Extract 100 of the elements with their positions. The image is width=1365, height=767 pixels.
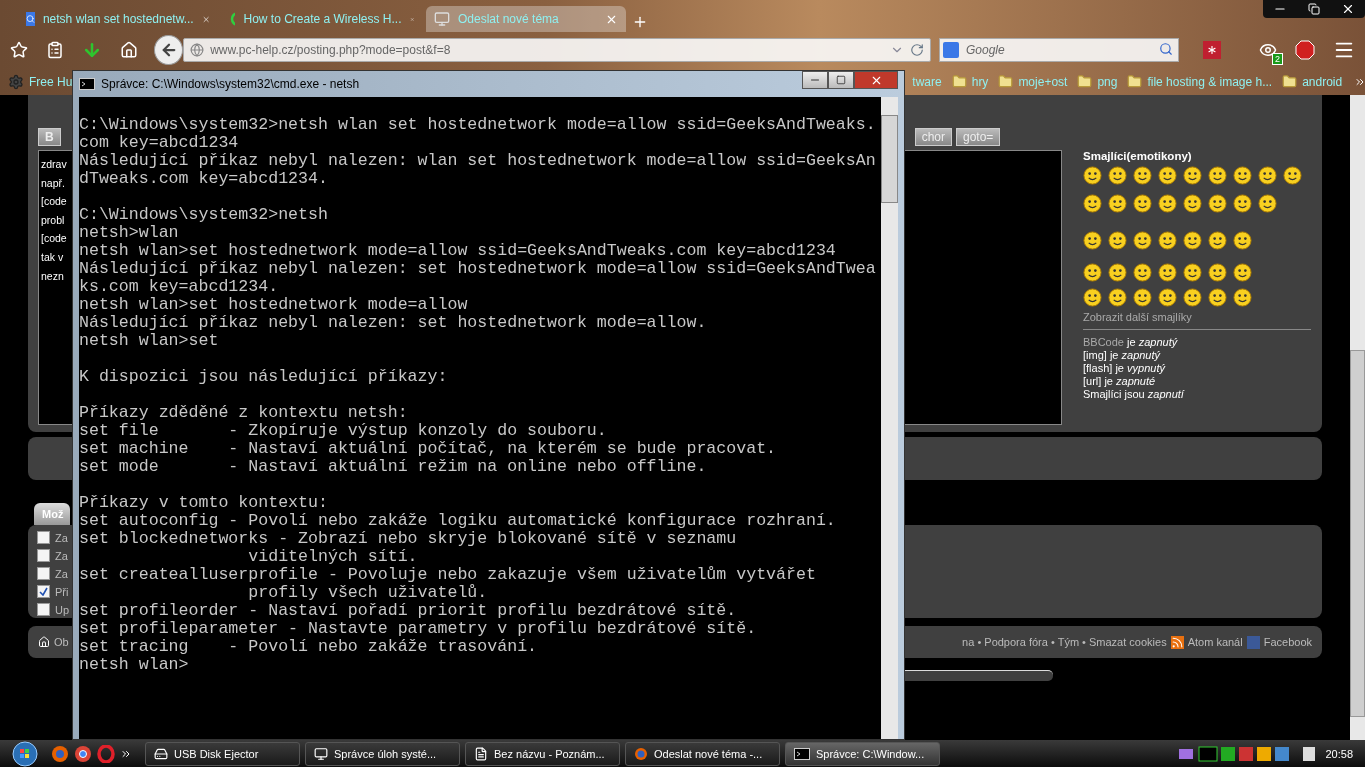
chrome-icon[interactable] (74, 744, 92, 763)
smiley-icon[interactable] (1183, 194, 1202, 213)
smiley-icon[interactable] (1208, 263, 1227, 282)
search-icon[interactable] (1159, 42, 1173, 56)
checkbox[interactable] (37, 549, 50, 562)
drive-icon (154, 746, 168, 761)
opera-icon[interactable] (97, 744, 115, 763)
message-line: probl (41, 212, 65, 228)
smiley-icon[interactable] (1233, 288, 1252, 307)
console-line: netsh wlan>set (79, 332, 220, 350)
bookmark-link[interactable]: tware (912, 74, 942, 89)
bookmark-link[interactable]: hry (951, 74, 989, 89)
browser-tab[interactable]: How to Create a Wireless H... (222, 6, 422, 32)
minimize-button[interactable] (802, 71, 828, 89)
console-line: set createalluserprofile - Povoluje nebo zakazuje všem uživatelům vytvářet (79, 566, 817, 584)
checkbox[interactable] (37, 567, 50, 580)
folder-icon (1077, 74, 1093, 89)
console-line: C:\Windows\system32>netsh (79, 206, 329, 224)
smiley-icon[interactable] (1083, 166, 1102, 185)
footer-link[interactable]: Ob (54, 636, 69, 648)
smiley-icon[interactable] (1183, 231, 1202, 250)
checkbox[interactable] (37, 531, 50, 544)
facebook-link[interactable]: Facebook (1263, 636, 1312, 648)
smiley-icon[interactable] (1158, 166, 1177, 185)
spinner-icon (230, 11, 236, 27)
smiley-icon[interactable] (1158, 194, 1177, 213)
smiley-icon[interactable] (1233, 194, 1252, 213)
console-line: Příkazy zděděné z kontextu netsh: (79, 404, 409, 422)
window-title: Správce: C:\Windows\system32\cmd.exe - netsh (101, 77, 360, 91)
url-field[interactable]: www.pc-help.cz/posting.php?mode=post&f=8 (183, 38, 931, 62)
taskbar-button[interactable]: Správce: C:\Window... (785, 741, 940, 766)
bookmark-link[interactable]: png (1077, 74, 1118, 89)
smiley-icon[interactable] (1208, 231, 1227, 250)
smiley-icon[interactable] (1108, 166, 1127, 185)
console-scrollbar[interactable] (881, 97, 898, 739)
taskbar-button[interactable]: Bez názvu - Poznám... (465, 741, 620, 766)
smiley-icon[interactable] (1183, 263, 1202, 282)
status-line: [flash] je vypnutý (1083, 362, 1167, 375)
smiley-icon[interactable] (1158, 263, 1177, 282)
firefox-icon[interactable] (51, 744, 69, 763)
more-smilies-link[interactable]: Zobrazit další smajlíky (1083, 311, 1311, 323)
maximize-button[interactable] (828, 71, 854, 89)
smiley-icon[interactable] (1283, 166, 1302, 185)
smiley-icon[interactable] (1083, 231, 1102, 250)
footer-links[interactable]: na • Podpora fóra • Tým • Smazat cookies (962, 636, 1167, 648)
console-line: profily všech uživatelů. (247, 584, 489, 602)
atom-feed-link[interactable]: Atom kanál (1187, 636, 1243, 648)
search-field[interactable]: Google (939, 38, 1179, 62)
smiley-icon[interactable] (1108, 263, 1127, 282)
smiley-icon[interactable] (1108, 194, 1127, 213)
back-button[interactable] (154, 35, 184, 65)
option-label: Za (55, 567, 68, 580)
smiley-icon[interactable] (1083, 288, 1102, 307)
checkbox[interactable] (37, 585, 50, 598)
page-scrollbar[interactable] (1350, 95, 1365, 740)
smiley-icon[interactable] (1208, 288, 1227, 307)
smiley-icon[interactable] (1108, 288, 1127, 307)
smiley-icon[interactable] (1183, 288, 1202, 307)
taskbar-button[interactable]: Odeslat nové téma -... (625, 741, 780, 766)
bookmark-link[interactable]: Free Hu (8, 73, 73, 90)
checkbox[interactable] (37, 603, 50, 616)
smiley-icon[interactable] (1233, 263, 1252, 282)
taskbar-button[interactable]: USB Disk Ejector (145, 741, 300, 766)
smiley-icon[interactable] (1133, 166, 1152, 185)
bookmark-link[interactable]: moje+ost (998, 74, 1068, 89)
message-line: [code (41, 194, 67, 210)
smiley-icon[interactable] (1108, 231, 1127, 250)
rss-icon[interactable] (1170, 635, 1184, 649)
taskbar-button[interactable]: Správce úloh systé... (305, 741, 460, 766)
url-text: www.pc-help.cz/posting.php?mode=post&f=8 (210, 43, 452, 57)
smiley-icon[interactable] (1133, 231, 1152, 250)
adblock-button[interactable] (1293, 38, 1317, 62)
smiley-icon[interactable] (1083, 263, 1102, 282)
smiley-icon[interactable] (1183, 166, 1202, 185)
smiley-icon[interactable] (1133, 194, 1152, 213)
smiley-icon[interactable] (1133, 288, 1152, 307)
bookmark-link[interactable]: android (1282, 74, 1343, 89)
smiley-icon[interactable] (1208, 194, 1227, 213)
smiley-icon[interactable] (1158, 231, 1177, 250)
smiley-icon[interactable] (1133, 263, 1152, 282)
home-icon[interactable] (38, 636, 50, 648)
smiley-icon[interactable] (1083, 194, 1102, 213)
bookmark-link[interactable]: file hosting & image h... (1127, 74, 1273, 89)
smiley-icon[interactable] (1233, 231, 1252, 250)
smiley-icon[interactable] (1158, 288, 1177, 307)
smiley-icon[interactable] (1233, 166, 1252, 185)
message-line: např. (41, 175, 65, 191)
smiley-icon[interactable] (1258, 194, 1277, 213)
maximize-icon[interactable] (836, 75, 846, 85)
smiley-icon[interactable] (1258, 166, 1277, 185)
smiley-icon[interactable] (1208, 166, 1227, 185)
close-icon[interactable] (1341, 2, 1355, 16)
restore-icon[interactable] (1308, 3, 1320, 15)
console-line: dTweaks.com key=abcd1234. (79, 170, 329, 188)
console-line: viditelných sítí. (247, 548, 419, 566)
console-line: ks.com key=abcd1234. (79, 278, 280, 296)
browser-tab[interactable]: netsh wlan set hostednetw... (18, 6, 218, 32)
status-line: [url] je zapnuté (1083, 375, 1157, 388)
reload-icon[interactable] (910, 43, 924, 57)
console-line: netsh wlan> (79, 656, 190, 674)
